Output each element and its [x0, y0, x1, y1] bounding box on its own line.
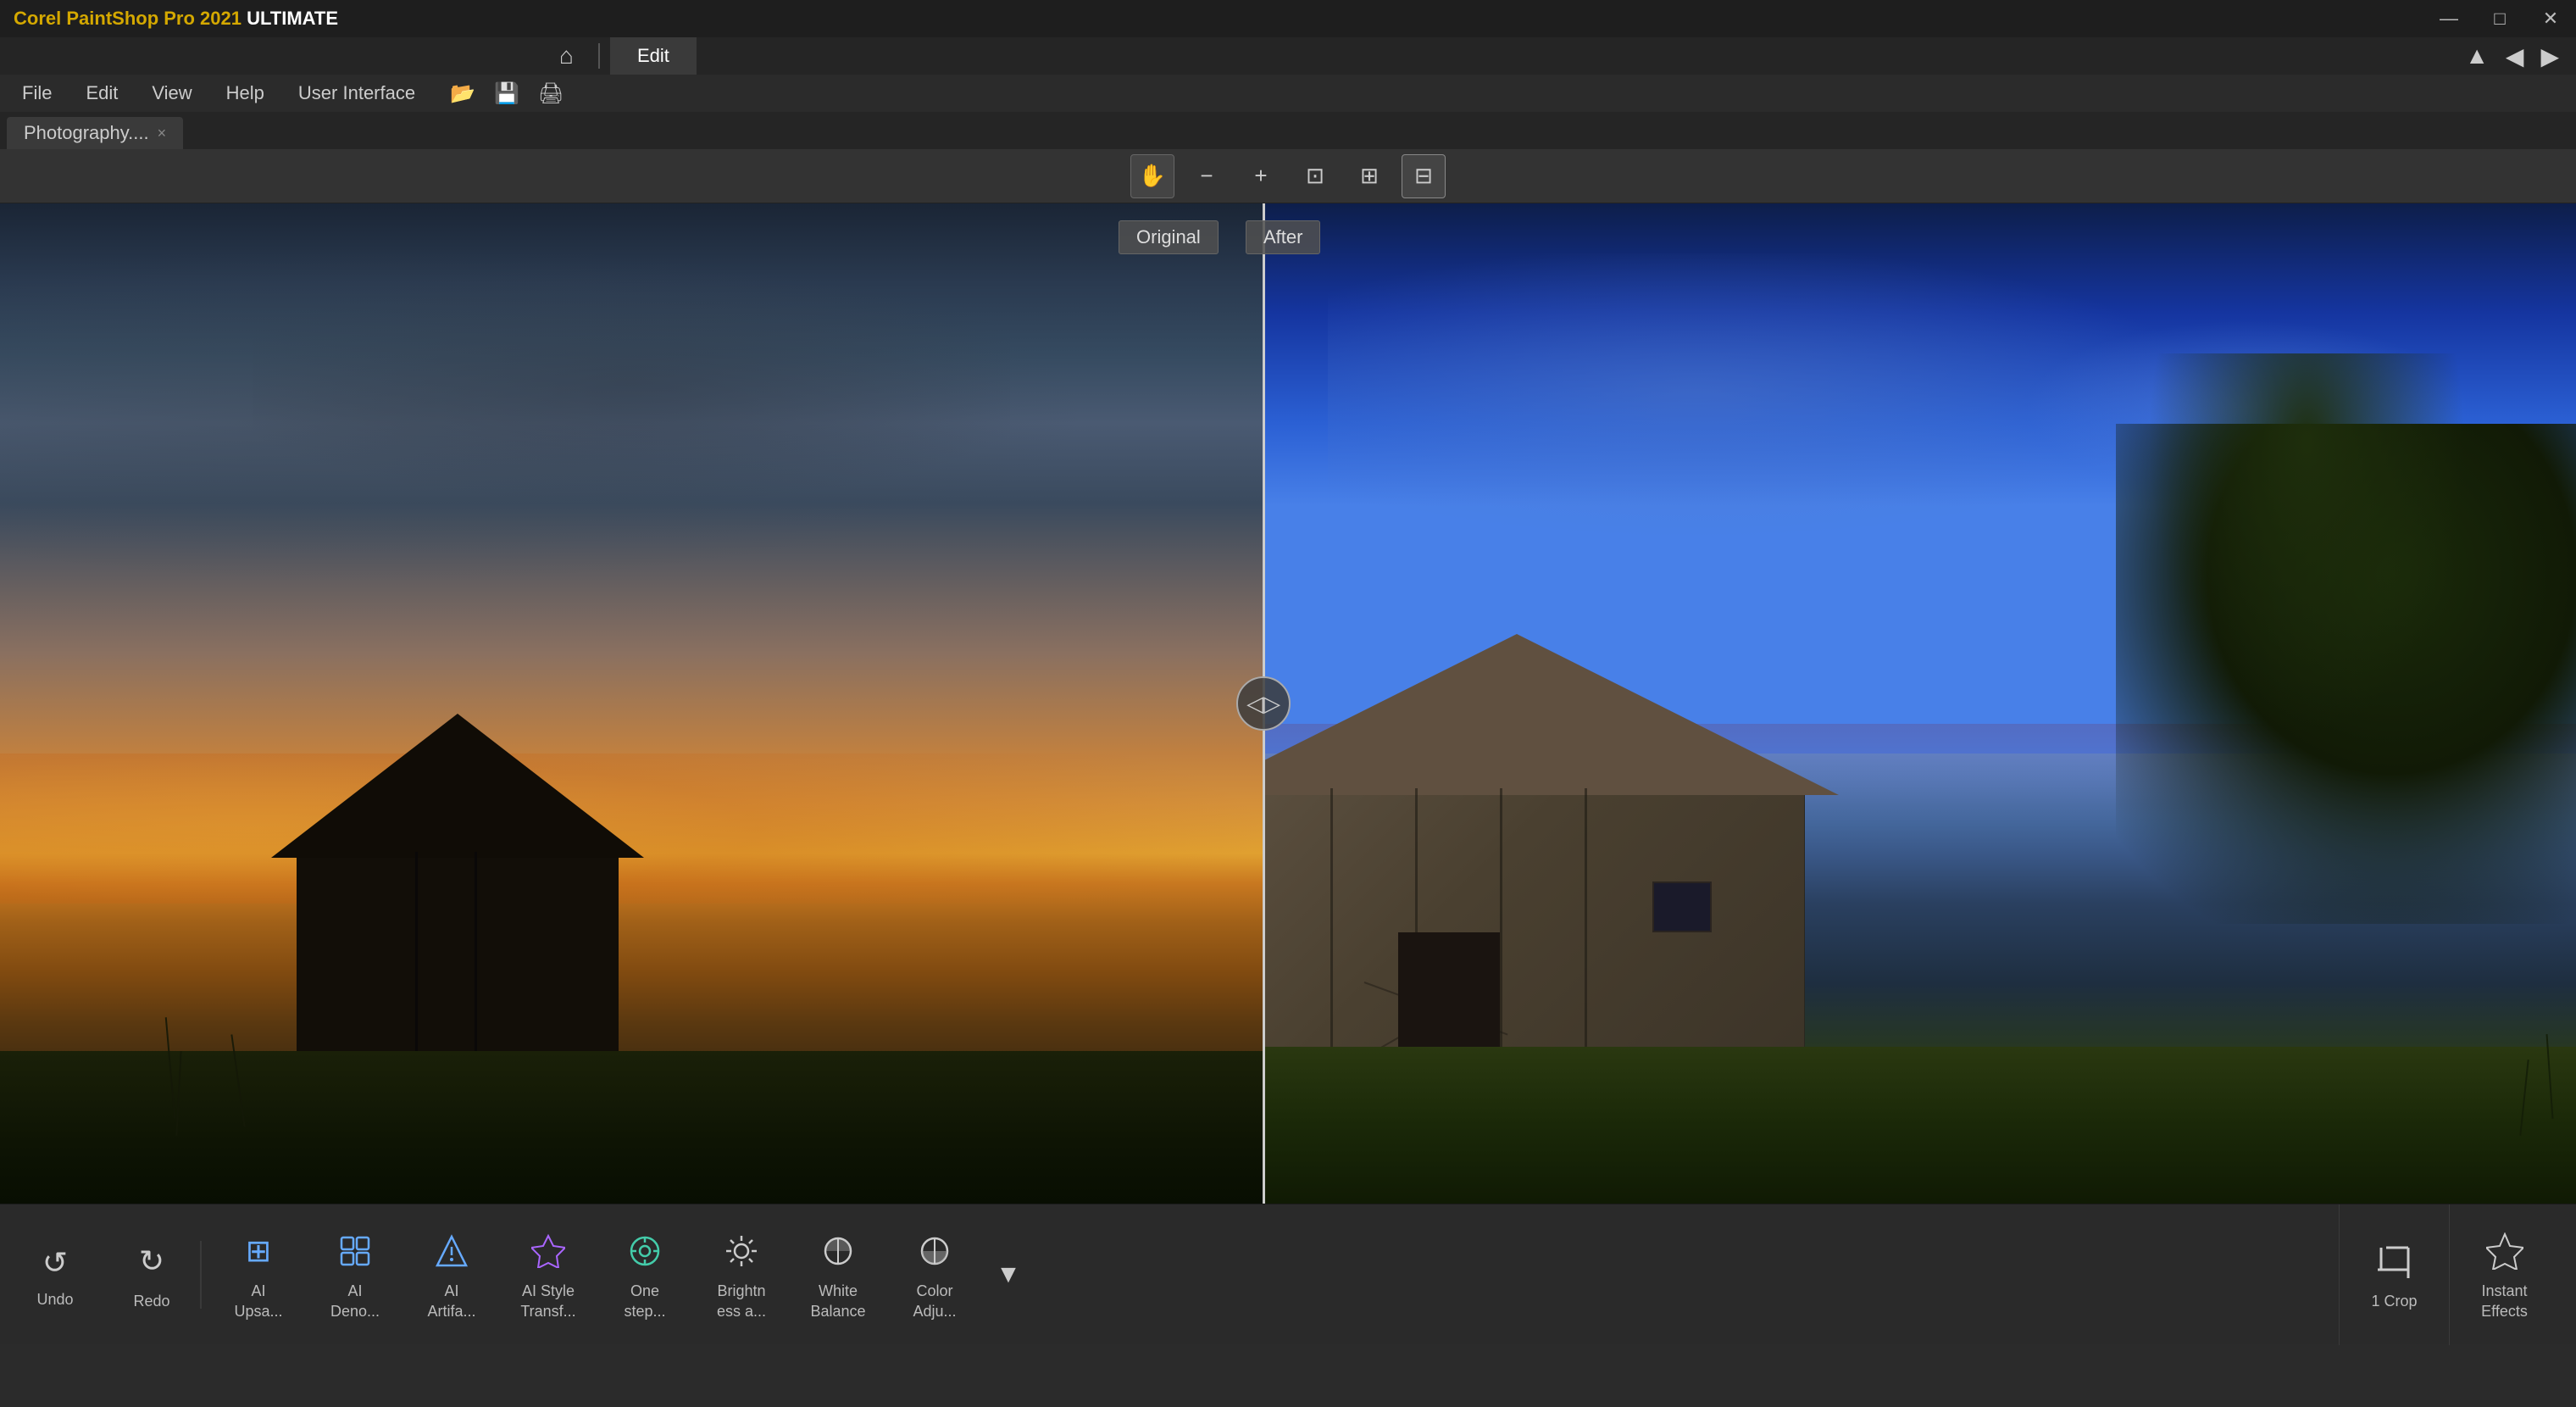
view-toolbar: ✋ − + ⊡ ⊞ ⊟	[0, 149, 2576, 203]
print-button[interactable]: 🖨	[532, 75, 569, 112]
save-button[interactable]: 💾	[488, 75, 525, 112]
original-label[interactable]: Original	[1119, 220, 1219, 254]
minimize-button[interactable]: —	[2423, 0, 2474, 37]
after-photo	[1263, 203, 2576, 1204]
barn-line	[415, 852, 418, 1072]
crop-label: 1 Crop	[2371, 1292, 2417, 1311]
barn-line2	[475, 852, 477, 1072]
ai-artifact-label: AIArtifa...	[427, 1282, 475, 1321]
color-adjust-icon	[911, 1227, 958, 1275]
zoom-in-button[interactable]: +	[1239, 154, 1283, 198]
ai-upscale-button[interactable]: ⊞ AIUpsa...	[212, 1219, 305, 1330]
tab-label: Photography....	[24, 122, 149, 144]
edit-mode-button[interactable]: Edit	[610, 37, 697, 75]
undo-button[interactable]: ↺ Undo	[17, 1231, 93, 1318]
ai-denoise-icon	[331, 1227, 379, 1275]
split-handle[interactable]: ◁▷	[1236, 676, 1291, 731]
grass-left	[0, 1051, 1263, 1204]
right-tools: 1 Crop InstantEffects	[2339, 1204, 2559, 1345]
main-canvas: Original After ◁▷	[0, 203, 2576, 1204]
color-adjust-label: ColorAdju...	[913, 1282, 956, 1321]
color-adjust-button[interactable]: ColorAdju...	[888, 1219, 981, 1330]
one-step-icon	[621, 1227, 669, 1275]
toolbar-separator	[200, 1241, 202, 1309]
brightness-label: Brightness a...	[717, 1282, 766, 1321]
close-button[interactable]: ✕	[2525, 0, 2576, 37]
ai-style-label: AI StyleTransf...	[520, 1282, 575, 1321]
maximize-button[interactable]: □	[2474, 0, 2525, 37]
menu-edit[interactable]: Edit	[70, 77, 133, 109]
redo-label: Redo	[133, 1292, 169, 1311]
title-bar: Corel PaintShop Pro 2021 ULTIMATE — □ ✕	[0, 0, 2576, 37]
adjust-icon[interactable]: ▲	[2465, 42, 2489, 70]
undo-label: Undo	[36, 1290, 73, 1310]
white-balance-icon	[814, 1227, 862, 1275]
crop-button[interactable]: 1 Crop	[2339, 1204, 2449, 1345]
quick-access: 📂 💾 🖨	[444, 75, 569, 112]
grass-right	[1263, 1047, 2576, 1204]
open-button[interactable]: 📂	[444, 75, 481, 112]
ai-denoise-button[interactable]: AIDeno...	[308, 1219, 402, 1330]
separator	[598, 43, 600, 69]
brightness-button[interactable]: Brightness a...	[695, 1219, 788, 1330]
original-photo	[0, 203, 1263, 1204]
barn-roof-right	[1263, 634, 1839, 795]
tab-close[interactable]: ×	[158, 125, 167, 142]
one-step-label: Onestep...	[624, 1282, 665, 1321]
one-step-button[interactable]: Onestep...	[598, 1219, 691, 1330]
crop-icon	[2371, 1237, 2418, 1285]
menu-user-interface[interactable]: User Interface	[283, 77, 430, 109]
back-icon[interactable]: ◀	[2506, 42, 2524, 70]
ai-denoise-label: AIDeno...	[330, 1282, 380, 1321]
bottom-toolbar: ↺ Undo ↻ Redo ⊞ AIUpsa... AIDeno...	[0, 1204, 2576, 1344]
split-button[interactable]: ⊞	[1347, 154, 1391, 198]
home-icon[interactable]: ⌂	[559, 42, 574, 70]
redo-icon: ↻	[128, 1237, 175, 1285]
ai-upscale-icon: ⊞	[235, 1227, 282, 1275]
photo-tab[interactable]: Photography.... ×	[7, 117, 183, 149]
more-tools-button[interactable]: ▼	[985, 1251, 1032, 1299]
barn-body-right	[1263, 788, 1805, 1068]
ai-upscale-label: AIUpsa...	[234, 1282, 282, 1321]
forward-icon[interactable]: ▶	[2540, 42, 2559, 70]
mode-bar: ⌂ Edit ▲ ◀ ▶	[0, 37, 2576, 75]
split-divider[interactable]: ◁▷	[1263, 203, 1265, 1204]
brightness-icon	[718, 1227, 765, 1275]
menu-help[interactable]: Help	[211, 77, 280, 109]
after-label[interactable]: After	[1246, 220, 1320, 254]
more-icon: ▼	[996, 1260, 1021, 1289]
redo-button[interactable]: ↻ Redo	[114, 1229, 190, 1320]
ai-artifact-button[interactable]: AIArtifa...	[405, 1219, 498, 1330]
white-balance-label: WhiteBalance	[810, 1282, 865, 1321]
right-icons: ▲ ◀ ▶	[2465, 42, 2559, 70]
app-title: Corel PaintShop Pro 2021 ULTIMATE	[14, 8, 338, 30]
instant-effects-label: InstantEffects	[2481, 1282, 2528, 1321]
barn-roof	[271, 714, 644, 858]
instant-effects-icon	[2481, 1227, 2529, 1275]
ai-style-icon	[525, 1227, 572, 1275]
fit-button[interactable]: ⊡	[1293, 154, 1337, 198]
compare-button[interactable]: ⊟	[1402, 154, 1446, 198]
instant-effects-button[interactable]: InstantEffects	[2449, 1204, 2559, 1345]
ai-style-button[interactable]: AI StyleTransf...	[502, 1219, 595, 1330]
ai-artifact-icon	[428, 1227, 475, 1275]
white-balance-button[interactable]: WhiteBalance	[791, 1219, 885, 1330]
undo-icon: ↺	[31, 1239, 79, 1287]
window-controls: — □ ✕	[2423, 0, 2576, 37]
menu-bar: File Edit View Help User Interface 📂 💾 🖨	[0, 75, 2576, 112]
menu-file[interactable]: File	[7, 77, 67, 109]
menu-view[interactable]: View	[136, 77, 207, 109]
barn-body	[297, 852, 619, 1072]
zoom-out-button[interactable]: −	[1185, 154, 1229, 198]
tab-bar: Photography.... ×	[0, 112, 2576, 149]
pan-tool-button[interactable]: ✋	[1130, 154, 1174, 198]
